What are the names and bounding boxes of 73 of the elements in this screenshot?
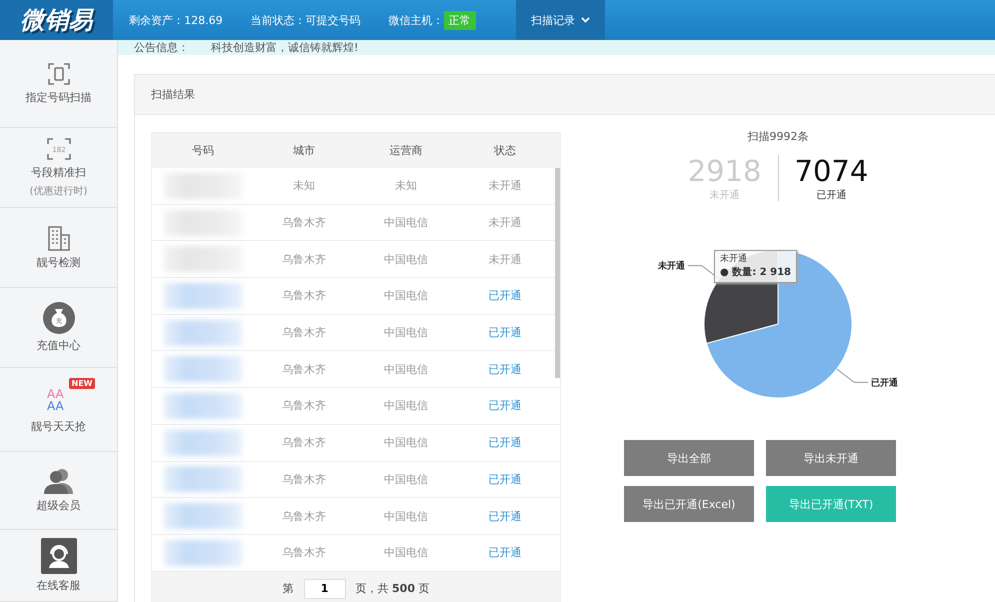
table-cell-text: 已开通 (488, 472, 522, 487)
table-cell-text: 已开通 (488, 362, 522, 377)
table-cell-text: 已开通 (488, 325, 522, 340)
notice-text: 科技创造财富，诚信铸就辉煌! (211, 40, 358, 55)
table-cell-text: 中国电信 (383, 215, 429, 230)
sidebar-item[interactable]: 指定号码扫描 (0, 40, 117, 128)
table-cell-text: 乌鲁木齐 (281, 398, 327, 414)
slice-label: 未开通 (658, 262, 685, 272)
balance-text: 剩余资产：128.69 (129, 12, 223, 28)
table-cell-text: 乌鲁木齐 (281, 545, 327, 560)
table-cell-text: 乌鲁木齐 (281, 325, 327, 340)
table-cell-text: 乌鲁木齐 (281, 252, 327, 267)
column-header: 号码 (191, 143, 215, 158)
users-icon (44, 468, 74, 494)
export-button[interactable]: 导出已开通(Excel) (624, 486, 754, 522)
pager-text: 页，共 500 页 (356, 581, 430, 596)
headset-icon (40, 538, 76, 574)
panel-title: 扫描结果 (151, 87, 195, 102)
table-cell-text: 乌鲁木齐 (281, 362, 327, 377)
table-cell-text: 未开通 (488, 178, 522, 194)
column-header: 运营商 (388, 143, 424, 158)
table-cell-text: 中国电信 (383, 288, 429, 304)
table-cell-text: 中国电信 (383, 508, 429, 524)
table-cell-text: 中国电信 (383, 398, 429, 414)
sidebar-item[interactable]: 靓号检测 (0, 208, 117, 288)
status-text: 当前状态：可提交号码 (250, 12, 361, 28)
table-cell-text: 未知 (292, 178, 316, 194)
table-cell-text: 中国电信 (383, 435, 429, 450)
column-header: 城市 (292, 143, 316, 158)
scan-icon (46, 62, 70, 86)
table-cell-text: 未开通 (488, 252, 522, 267)
host-label: 微信主机： (388, 12, 444, 28)
table-cell-text: 中国电信 (383, 252, 429, 267)
caret-icon (580, 17, 590, 23)
table-cell-text: 已开通 (488, 288, 522, 304)
table-cell-text: 已开通 (488, 545, 522, 560)
chart-tooltip: 未开通 ● 数量: 2 918 (714, 250, 798, 284)
table-cell-text: 中国电信 (383, 362, 429, 377)
host-status-badge: 正常 (444, 10, 476, 30)
table-cell-text: 中国电信 (383, 325, 429, 340)
sidebar-item[interactable]: AA AA NEW 靓号天天抢 (0, 368, 117, 452)
table-cell-text: 中国电信 (383, 545, 429, 560)
new-badge: NEW (68, 378, 96, 388)
stat-label: 已开通 (816, 188, 846, 202)
table-cell-text: 已开通 (488, 435, 522, 450)
stat-value: 7074 (794, 154, 868, 188)
leader-line (836, 368, 869, 383)
table-cell-text: 已开通 (488, 398, 522, 414)
notice-label: 公告信息： (134, 40, 189, 55)
table-cell-text: 中国电信 (383, 472, 429, 487)
table-cell-text: 乌鲁木齐 (281, 288, 327, 304)
sidebar-item[interactable]: 超级会员 (0, 452, 117, 530)
letters-icon: AA AA (46, 386, 70, 412)
export-button[interactable]: 导出全部 (624, 440, 754, 476)
scrollbar[interactable] (555, 168, 560, 378)
pager-text: 第 (282, 581, 294, 596)
page-input[interactable]: 1 (304, 578, 346, 599)
table-cell-text: 乌鲁木齐 (281, 215, 327, 230)
scan-count: 扫描9992条 (748, 129, 808, 144)
sidebar-item[interactable]: 在线客服 (0, 530, 117, 602)
table-cell-text: 乌鲁木齐 (281, 435, 327, 450)
slice-label: 已开通 (871, 378, 898, 388)
logo: 微销易 (0, 0, 114, 40)
building-icon (46, 225, 70, 251)
table-cell-text: 乌鲁木齐 (281, 508, 327, 524)
table-cell-text: 未知 (394, 178, 418, 194)
scan-records-menu[interactable]: 扫描记录 (516, 0, 605, 40)
stat-label: 未开通 (710, 188, 740, 202)
column-header: 状态 (493, 143, 517, 158)
table-cell-text: 未开通 (488, 215, 522, 230)
table-cell-text: 乌鲁木齐 (281, 472, 327, 487)
export-button[interactable]: 导出未开通 (766, 440, 896, 476)
table-cell-text: 已开通 (488, 508, 522, 524)
